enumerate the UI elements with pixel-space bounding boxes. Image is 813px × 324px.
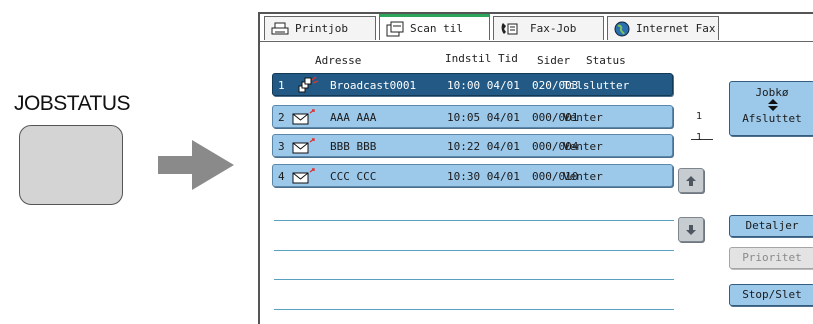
column-header-set-time: Indstil Tid: [445, 52, 518, 65]
email-icon: [291, 167, 317, 188]
email-icon: [291, 108, 317, 129]
details-button[interactable]: Detaljer: [729, 215, 813, 237]
row-number: 4: [278, 170, 285, 183]
row-time: 10:05 04/01: [447, 111, 520, 124]
empty-row-divider: [274, 279, 674, 280]
broadcast-icon: [291, 76, 321, 97]
completed-label: Afsluttet: [742, 112, 802, 125]
row-address: AAA AAA: [330, 111, 377, 124]
row-address: Broadcast0001: [330, 79, 417, 92]
column-header-status: Status: [586, 54, 626, 67]
tab-label: Fax-Job: [530, 22, 577, 35]
job-row[interactable]: 4 CCC CCC 10:30 04/01 000/010 Venter: [272, 164, 673, 187]
scroll-up-button[interactable]: [678, 168, 704, 193]
row-address: CCC CCC: [330, 170, 377, 183]
tab-printjob[interactable]: Printjob: [264, 16, 376, 40]
tab-label: Internet Fax: [636, 22, 716, 35]
arrow-down-icon: [686, 224, 696, 235]
tab-internet-fax[interactable]: Internet Fax: [607, 16, 719, 40]
jobstatus-key[interactable]: [19, 125, 123, 205]
empty-row-divider: [274, 309, 674, 310]
page-total: 1: [696, 132, 703, 143]
row-number: 3: [278, 140, 285, 153]
row-time: 10:30 04/01: [447, 170, 520, 183]
globe-icon: [614, 21, 630, 36]
row-status: Venter: [563, 170, 603, 183]
tab-label: Scan til: [410, 22, 463, 35]
column-header-address: Adresse: [315, 54, 362, 67]
page-current: 1: [696, 111, 703, 122]
scanner-icon: [386, 21, 404, 36]
row-time: 10:00 04/01: [447, 79, 520, 92]
job-row[interactable]: 1 Broadcast0001 10:00 04/01 020/003 Tils…: [272, 73, 673, 96]
stop-delete-button[interactable]: Stop/Slet: [729, 284, 813, 306]
fax-icon: [501, 22, 518, 34]
row-status: Venter: [563, 140, 603, 153]
arrow-up-icon: [686, 175, 696, 186]
scroll-down-button[interactable]: [678, 217, 704, 242]
jobqueue-label: Jobkø: [755, 86, 789, 99]
printer-icon: [271, 22, 289, 34]
row-time: 10:22 04/01: [447, 140, 520, 153]
empty-row-divider: [274, 220, 674, 221]
jobqueue-completed-toggle[interactable]: Jobkø Afsluttet: [729, 81, 813, 136]
job-row[interactable]: 3 BBB BBB 10:22 04/01 000/004 Venter: [272, 134, 673, 157]
row-number: 1: [278, 79, 285, 92]
column-header-pages: Sider: [537, 54, 571, 67]
job-status-screen: Printjob Scan til Fax-Job Internet Fax A…: [258, 12, 813, 324]
row-number: 2: [278, 111, 285, 124]
jobstatus-key-label: JOBSTATUS: [13, 92, 131, 115]
tab-label: Printjob: [295, 22, 348, 35]
right-arrow-icon: [158, 140, 234, 190]
tab-divider: [260, 41, 813, 42]
tab-fax-job[interactable]: Fax-Job: [493, 16, 604, 40]
empty-row-divider: [274, 250, 674, 251]
row-status: Venter: [563, 111, 603, 124]
row-status: Tilslutter: [563, 79, 630, 92]
job-row[interactable]: 2 AAA AAA 10:05 04/01 000/001 Venter: [272, 105, 673, 128]
email-icon: [291, 137, 317, 158]
row-address: BBB BBB: [330, 140, 377, 153]
priority-button[interactable]: Prioritet: [729, 247, 813, 269]
tab-scan-til[interactable]: Scan til: [379, 14, 490, 40]
up-down-toggle-icon: [768, 99, 778, 111]
